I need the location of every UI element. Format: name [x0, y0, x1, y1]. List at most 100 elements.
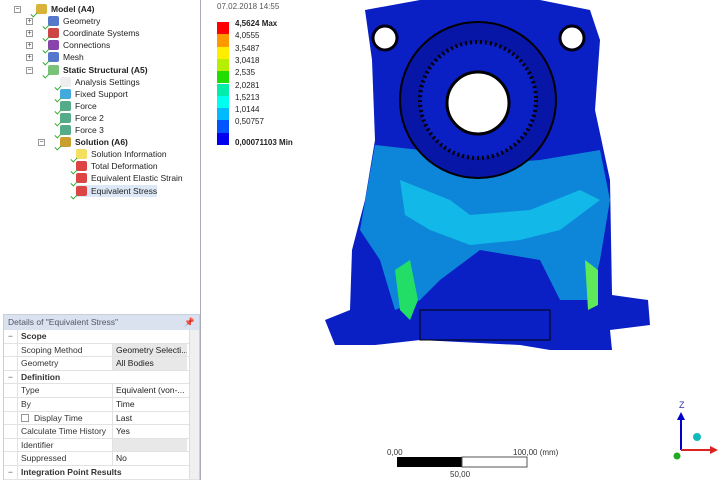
property-value[interactable]: All Bodies [113, 357, 187, 370]
tree-node-icon [60, 112, 71, 123]
property-key-label: Geometry [21, 358, 59, 369]
tree-node-label: Force 2 [75, 112, 104, 123]
details-row[interactable]: Display Time Last [4, 411, 199, 426]
details-header: Details of "Equivalent Stress" 📌 [4, 315, 199, 330]
expand-icon[interactable]: + [26, 42, 33, 50]
tree-node-label: Model (A4) [51, 4, 95, 14]
expand-icon[interactable]: + [26, 30, 33, 38]
tree-node[interactable]: Solution Information [76, 148, 167, 160]
tree-node[interactable]: Analysis Settings [60, 76, 140, 88]
property-value[interactable]: Time [113, 398, 187, 411]
tree-node-label: Force 3 [75, 125, 104, 135]
tree-node[interactable]: Total Deformation [76, 160, 158, 172]
tree-node[interactable]: Coordinate Systems [48, 27, 140, 39]
property-value[interactable]: Last [113, 412, 187, 425]
tree-node-label: Solution Information [91, 149, 167, 160]
property-value[interactable]: Geometry Selecti... [113, 343, 187, 357]
tree-node[interactable]: Equivalent Stress [76, 184, 158, 197]
scale-bar-black [397, 457, 462, 467]
z-arrow-icon [677, 412, 685, 420]
tree-node-icon [36, 4, 47, 14]
tree-node[interactable]: Force 2 [60, 112, 104, 124]
property-key: Identifier [18, 438, 113, 452]
property-value[interactable]: Yes [113, 425, 187, 438]
tree-node[interactable]: Force 3 [60, 124, 104, 136]
tree-node-icon [60, 76, 71, 87]
property-key-label: Calculate Time History [21, 426, 107, 437]
collapse-icon[interactable]: − [26, 66, 33, 74]
left-panel: Model (A4) − Geometry + Coordinate Systems + C… [0, 0, 201, 480]
details-row[interactable]: Scoping Method Geometry Selecti... [4, 343, 199, 358]
tree-node-icon [48, 16, 59, 27]
tree-node-label: Geometry [63, 16, 101, 27]
tree-node-label: Equivalent Stress [91, 185, 158, 196]
collapse-icon[interactable]: − [14, 6, 21, 13]
tree-node[interactable]: Geometry [48, 15, 100, 27]
tree-node-label: Static Structural (A5) [63, 64, 148, 75]
tree-node-icon [48, 52, 59, 63]
property-value[interactable]: Equivalent (von-... [113, 384, 187, 397]
bearing-hole [445, 70, 511, 136]
property-key: Calculate Time History [18, 425, 113, 438]
details-section[interactable]: − Definition [4, 370, 199, 385]
tree-node-label: Equivalent Elastic Strain [91, 173, 183, 184]
bolt-hole-left [371, 24, 399, 52]
tree-node-label: Mesh [63, 52, 84, 63]
base-flange [419, 309, 551, 341]
pin-icon[interactable]: 📌 [184, 315, 195, 330]
property-key: Display Time [18, 411, 113, 425]
property-value[interactable] [113, 438, 187, 452]
details-row[interactable]: By Time [4, 397, 199, 412]
details-scrollbar[interactable] [189, 330, 199, 479]
tree-node-icon [76, 185, 87, 196]
scale-bar-white [461, 456, 528, 468]
details-row[interactable]: Suppressed No [4, 452, 199, 466]
tree-node[interactable]: Model (A4) [36, 3, 94, 15]
collapse-icon[interactable]: − [38, 139, 45, 147]
expand-icon[interactable]: + [26, 54, 33, 62]
property-key: Suppressed [18, 452, 113, 465]
details-panel: Details of "Equivalent Stress" 📌 − Scope Sc… [3, 314, 200, 480]
details-section[interactable]: − Integration Point Results [4, 465, 199, 480]
z-label: Z [679, 400, 685, 410]
tree-node-label: Analysis Settings [75, 76, 140, 87]
scale-left-label: 0,00 [387, 448, 403, 457]
details-title: Details of "Equivalent Stress" [8, 317, 118, 327]
tree-node-icon [60, 88, 71, 99]
details-row[interactable]: Type Equivalent (von-... [4, 384, 199, 398]
property-key-label: Scoping Method [21, 344, 83, 355]
tree-node-label: Solution (A6) [75, 137, 128, 148]
scale-right-label: 100,00 (mm) [513, 448, 559, 457]
property-value[interactable]: No [113, 452, 187, 465]
graphics-viewport[interactable]: 07.02.2018 14:55 4,5624 Max 4,0555 3,5487 3… [202, 0, 720, 480]
outline-tree: Model (A4) − Geometry + Coordinate Systems + C… [0, 0, 200, 312]
details-row[interactable]: Geometry All Bodies [4, 357, 199, 371]
tree-node[interactable]: Fixed Support [60, 88, 128, 100]
tree-node[interactable]: Connections [48, 39, 110, 51]
tree-node-icon [60, 100, 71, 111]
tree-node-label: Fixed Support [75, 88, 128, 99]
tree-node[interactable]: Static Structural (A5) [48, 64, 148, 76]
view-sphere [693, 433, 701, 441]
property-key: Scoping Method [18, 343, 113, 357]
x-arrow-icon [710, 446, 718, 454]
collapse-icon[interactable]: − [4, 370, 18, 384]
tree-node-icon [60, 125, 71, 135]
collapse-icon[interactable]: − [4, 465, 18, 479]
collapse-icon[interactable]: − [4, 330, 18, 343]
axis-triad[interactable]: Z X [673, 400, 720, 460]
details-section[interactable]: − Scope [4, 330, 199, 344]
bolt-hole-right [558, 24, 586, 52]
tree-node[interactable]: Equivalent Elastic Strain [76, 172, 183, 184]
tree-node[interactable]: Solution (A6) [60, 136, 128, 148]
expand-icon[interactable]: + [26, 18, 33, 26]
model-render: 0,00 100,00 (mm) 50,00 Z X [325, 0, 720, 479]
tree-node[interactable]: Force [60, 100, 97, 112]
checkbox[interactable] [21, 413, 29, 422]
section-title: Definition [21, 371, 61, 382]
details-row[interactable]: Identifier [4, 438, 199, 453]
tree-node[interactable]: Mesh [48, 51, 84, 63]
details-row[interactable]: Calculate Time History Yes [4, 425, 199, 439]
tree-node-icon [48, 28, 59, 39]
property-key-label: Suppressed [21, 453, 67, 464]
